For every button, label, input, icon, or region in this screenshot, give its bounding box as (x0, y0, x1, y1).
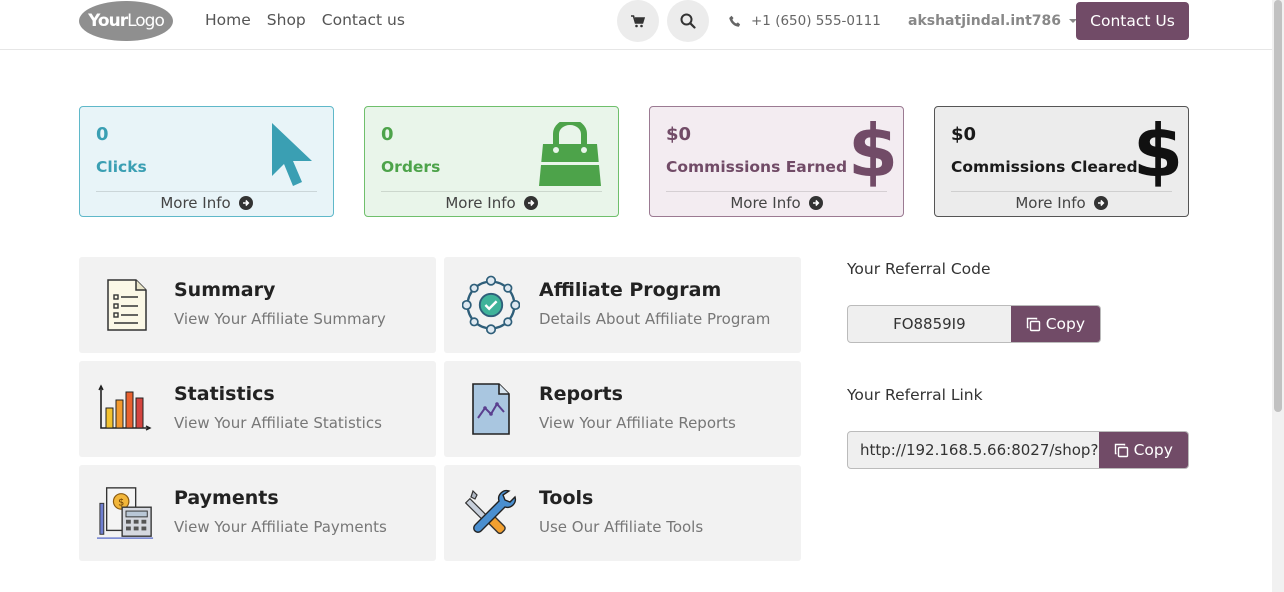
more-info-label: More Info (1015, 194, 1086, 212)
stat-value: $0 (666, 124, 692, 145)
tile-reports[interactable]: Reports View Your Affiliate Reports (444, 361, 801, 457)
contact-us-button[interactable]: Contact Us (1076, 2, 1189, 40)
site-logo[interactable]: Your Logo (79, 1, 173, 41)
dollar-icon: $ (848, 109, 899, 193)
network-check-icon (462, 275, 520, 335)
report-file-icon (462, 379, 520, 439)
referral-code-group: FO8859I9 Copy (847, 305, 1101, 343)
payment-calculator-icon: $ (97, 483, 155, 543)
tile-subtitle: Use Our Affiliate Tools (539, 518, 704, 536)
document-list-icon (97, 275, 155, 335)
copy-label: Copy (1133, 441, 1173, 459)
phone-text: +1 (650) 555-0111 (751, 13, 881, 29)
logo-text: Logo (127, 11, 165, 31)
tile-statistics[interactable]: Statistics View Your Affiliate Statistic… (79, 361, 436, 457)
tile-subtitle: View Your Affiliate Reports (539, 414, 736, 432)
page-scrollbar[interactable] (1272, 0, 1284, 592)
more-info-link[interactable]: More Info (365, 194, 618, 212)
more-info-link[interactable]: More Info (650, 194, 903, 212)
arrow-right-circle-icon (808, 196, 823, 210)
site-header: Your Logo Home Shop Contact us +1 (650) 5… (0, 0, 1272, 50)
stat-divider (96, 191, 317, 192)
referral-link-group: http://192.168.5.66:8027/shop? Copy (847, 431, 1189, 469)
tile-subtitle: View Your Affiliate Payments (174, 518, 387, 536)
search-button[interactable] (667, 0, 709, 42)
copy-code-button[interactable]: Copy (1010, 306, 1100, 342)
arrow-right-circle-icon (523, 196, 538, 210)
tile-summary[interactable]: Summary View Your Affiliate Summary (79, 257, 436, 353)
more-info-label: More Info (730, 194, 801, 212)
wrench-screwdriver-icon (462, 483, 520, 543)
stat-card-clicks: 0 Clicks More Info (79, 106, 334, 217)
tile-payments[interactable]: $ Payments View Your Affiliate Payments (79, 465, 436, 561)
tile-affiliate-program[interactable]: Affiliate Program Details About Affiliat… (444, 257, 801, 353)
copy-icon (1114, 443, 1128, 457)
nav-home[interactable]: Home (205, 11, 251, 29)
user-menu[interactable]: akshatjindal.int786 (908, 13, 1078, 29)
stat-card-commissions-earned: $0 Commissions Earned $ More Info (649, 106, 904, 217)
user-name: akshatjindal.int786 (908, 13, 1062, 29)
arrow-right-circle-icon (238, 196, 253, 210)
stat-label: Commissions Earned (666, 158, 848, 176)
cart-icon (631, 14, 645, 27)
tile-title: Affiliate Program (539, 279, 722, 301)
stat-divider (381, 191, 602, 192)
stat-divider (666, 191, 887, 192)
dollar-icon: $ (1133, 109, 1184, 193)
stat-label: Orders (381, 158, 441, 176)
more-info-label: More Info (445, 194, 516, 212)
copy-label: Copy (1045, 315, 1086, 333)
stat-divider (951, 191, 1172, 192)
referral-link-label: Your Referral Link (847, 386, 983, 404)
nav-shop[interactable]: Shop (267, 11, 306, 29)
more-info-link[interactable]: More Info (80, 194, 333, 212)
phone-number[interactable]: +1 (650) 555-0111 (729, 13, 881, 29)
referral-code-label: Your Referral Code (847, 260, 991, 278)
bar-chart-icon (97, 379, 155, 439)
stat-value: 0 (381, 124, 394, 145)
referral-link-value[interactable]: http://192.168.5.66:8027/shop? (848, 432, 1099, 468)
arrow-right-circle-icon (1093, 196, 1108, 210)
cursor-pointer-icon (272, 123, 312, 186)
main-nav: Home Shop Contact us (205, 11, 405, 29)
stat-label: Commissions Cleared (951, 158, 1138, 176)
tile-title: Tools (539, 487, 594, 509)
copy-icon (1026, 317, 1040, 331)
tile-subtitle: Details About Affiliate Program (539, 310, 771, 328)
more-info-link[interactable]: More Info (935, 194, 1188, 212)
tile-title: Reports (539, 383, 623, 405)
cart-button[interactable] (617, 0, 659, 42)
nav-contact-us[interactable]: Contact us (322, 11, 405, 29)
shopping-bag-icon (539, 122, 601, 186)
referral-code-value[interactable]: FO8859I9 (848, 306, 1011, 342)
tile-title: Summary (174, 279, 276, 301)
tile-subtitle: View Your Affiliate Summary (174, 310, 386, 328)
stat-card-orders: 0 Orders More Info (364, 106, 619, 217)
copy-link-button[interactable]: Copy (1098, 432, 1188, 468)
tile-title: Statistics (174, 383, 275, 405)
stat-card-commissions-cleared: $0 Commissions Cleared $ More Info (934, 106, 1189, 217)
stat-value: 0 (96, 124, 109, 145)
scrollbar-thumb[interactable] (1274, 0, 1282, 412)
tile-tools[interactable]: Tools Use Our Affiliate Tools (444, 465, 801, 561)
stat-label: Clicks (96, 158, 147, 176)
logo-text-bold: Your (88, 11, 128, 31)
tile-subtitle: View Your Affiliate Statistics (174, 414, 382, 432)
phone-icon (729, 15, 741, 27)
tile-title: Payments (174, 487, 279, 509)
stat-value: $0 (951, 124, 977, 145)
more-info-label: More Info (160, 194, 231, 212)
search-icon (680, 13, 696, 29)
